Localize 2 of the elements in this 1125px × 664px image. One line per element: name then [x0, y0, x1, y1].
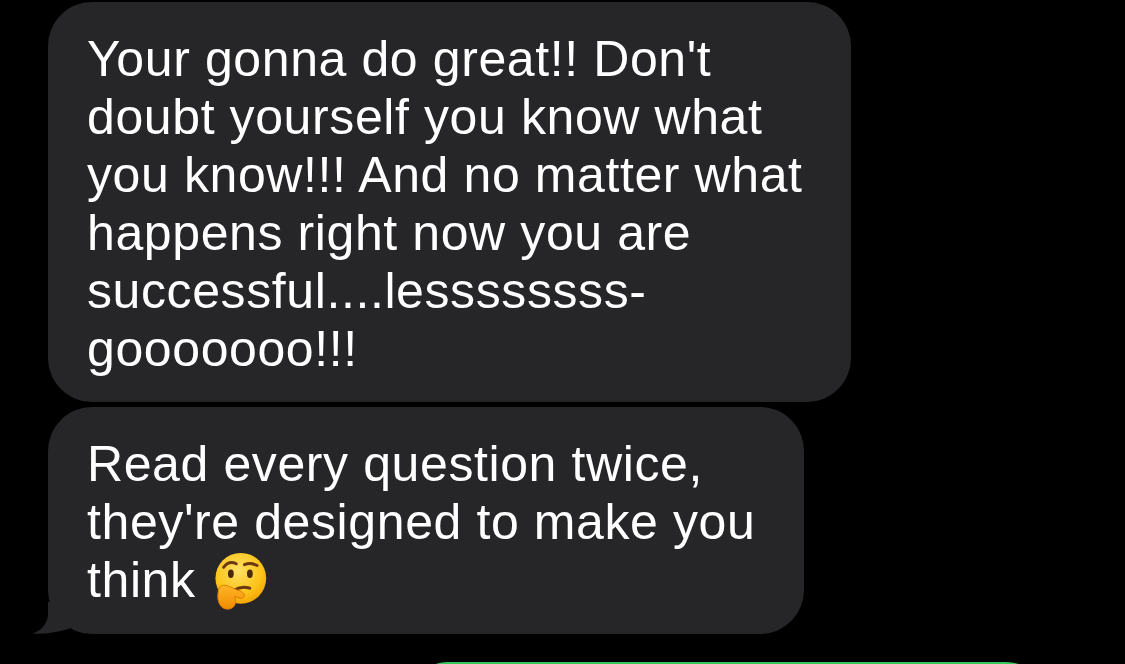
message-text: Your gonna do great!! Don't doubt yourself you know what you know!!! And no matter what happens right now you are successful....lessssssss-gooooooo!!! — [87, 31, 803, 377]
message-text: Read every question twice, they're designed to make you think — [87, 436, 756, 608]
